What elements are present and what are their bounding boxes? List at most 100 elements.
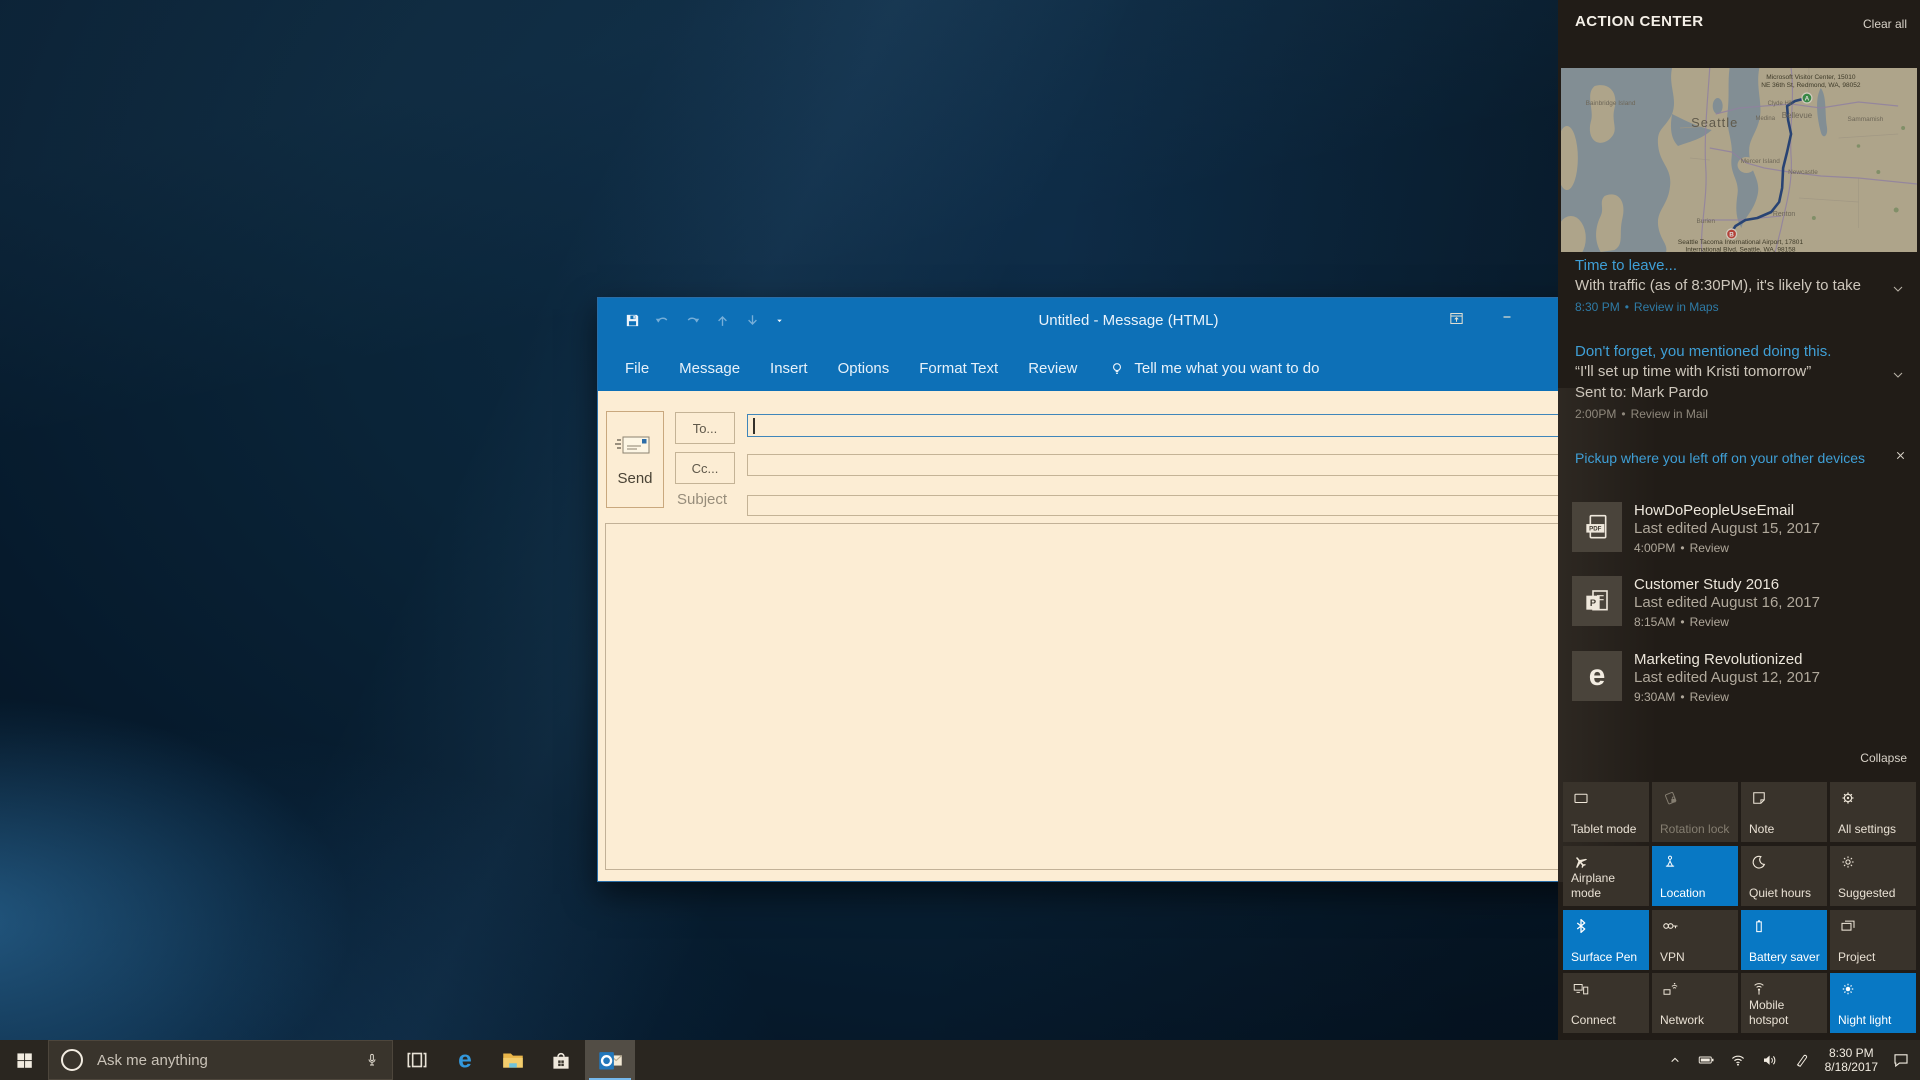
quick-action-note[interactable]: Note bbox=[1741, 782, 1827, 842]
quick-action-rotation-lock[interactable]: Rotation lock bbox=[1652, 782, 1738, 842]
bluetooth-icon bbox=[1572, 917, 1590, 935]
quick-action-network[interactable]: Network bbox=[1652, 973, 1738, 1033]
quick-action-label: Location bbox=[1660, 886, 1735, 901]
connect-icon bbox=[1572, 980, 1590, 998]
document-item[interactable]: eMarketing RevolutionizedLast edited Aug… bbox=[1572, 651, 1912, 707]
network-icon bbox=[1661, 980, 1679, 998]
quick-action-project[interactable]: Project bbox=[1830, 910, 1916, 970]
quick-action-label: Battery saver bbox=[1749, 950, 1824, 965]
edge-app[interactable]: e bbox=[441, 1040, 489, 1080]
notification-meta: 8:30 PM•Review in Maps bbox=[1575, 298, 1910, 316]
wifi-icon[interactable] bbox=[1729, 1051, 1747, 1069]
tab-format-text[interactable]: Format Text bbox=[904, 346, 1013, 391]
document-subtitle: Last edited August 16, 2017 bbox=[1634, 594, 1820, 612]
send-envelope-icon bbox=[615, 432, 655, 458]
document-icon-tile: e bbox=[1572, 651, 1622, 701]
quick-action-vpn[interactable]: VPN bbox=[1652, 910, 1738, 970]
message-body[interactable] bbox=[605, 523, 1652, 870]
tab-review[interactable]: Review bbox=[1013, 346, 1092, 391]
quick-action-surface-pen[interactable]: Surface Pen bbox=[1563, 910, 1649, 970]
hotspot-icon bbox=[1750, 980, 1768, 998]
moon-icon bbox=[1750, 853, 1768, 871]
night-light-icon bbox=[1839, 980, 1857, 998]
tab-insert[interactable]: Insert bbox=[755, 346, 823, 391]
notification-action-link[interactable]: Review in Mail bbox=[1631, 407, 1708, 421]
subject-input[interactable] bbox=[747, 495, 1635, 516]
minimize-button[interactable] bbox=[1500, 310, 1514, 324]
quick-action-label: Suggested bbox=[1838, 886, 1913, 901]
tell-me-box[interactable]: Tell me what you want to do bbox=[1108, 360, 1319, 378]
chevron-down-icon[interactable] bbox=[1890, 367, 1906, 383]
quick-action-all-settings[interactable]: All settings bbox=[1830, 782, 1916, 842]
lightbulb-icon bbox=[1108, 360, 1126, 378]
quick-action-airplane-mode[interactable]: Airplane mode bbox=[1563, 846, 1649, 906]
notification-body: With traffic (as of 8:30PM), it's likely… bbox=[1575, 275, 1887, 296]
quick-action-label: Airplane mode bbox=[1571, 871, 1646, 901]
document-action-link[interactable]: Review bbox=[1690, 541, 1729, 555]
dot-separator: • bbox=[1620, 300, 1634, 314]
quick-action-quiet-hours[interactable]: Quiet hours bbox=[1741, 846, 1827, 906]
svg-text:PDF: PDF bbox=[1589, 526, 1602, 533]
task-view-icon bbox=[404, 1047, 430, 1073]
document-subtitle: Last edited August 12, 2017 bbox=[1634, 669, 1820, 687]
battery-icon[interactable] bbox=[1697, 1051, 1715, 1069]
document-item[interactable]: PDF HowDoPeopleUseEmailLast edited August… bbox=[1572, 502, 1912, 558]
document-action-link[interactable]: Review bbox=[1690, 615, 1729, 629]
notification-action-link[interactable]: Review in Maps bbox=[1634, 300, 1719, 314]
taskbar-clock[interactable]: 8:30 PM 8/18/2017 bbox=[1825, 1046, 1878, 1074]
task-view-button[interactable] bbox=[393, 1040, 441, 1080]
document-text: Customer Study 2016Last edited August 16… bbox=[1634, 576, 1820, 631]
maps-notification-image[interactable]: SeattleBellevueClyde HillMedinaMercer Is… bbox=[1561, 68, 1917, 252]
tab-options[interactable]: Options bbox=[823, 346, 905, 391]
clear-all-button[interactable]: Clear all bbox=[1863, 17, 1907, 31]
pen-icon[interactable] bbox=[1793, 1051, 1811, 1069]
edge-icon: e bbox=[451, 1046, 479, 1074]
tab-message[interactable]: Message bbox=[664, 346, 755, 391]
quick-action-battery-saver[interactable]: Battery saver bbox=[1741, 910, 1827, 970]
action-center-icon[interactable] bbox=[1892, 1051, 1910, 1069]
file-explorer-app[interactable] bbox=[489, 1040, 537, 1080]
quick-action-night-light[interactable]: Night light bbox=[1830, 973, 1916, 1033]
store-icon bbox=[548, 1047, 574, 1073]
notification-meta: 2:00PM•Review in Mail bbox=[1575, 405, 1910, 423]
settings-gear-icon bbox=[1839, 789, 1857, 807]
store-app[interactable] bbox=[537, 1040, 585, 1080]
notification[interactable]: Don't forget, you mentioned doing this.“… bbox=[1575, 342, 1910, 423]
dot-separator: • bbox=[1675, 541, 1689, 555]
quick-action-location[interactable]: Location bbox=[1652, 846, 1738, 906]
quick-action-label: Connect bbox=[1571, 1013, 1646, 1028]
quick-action-mobile-hotspot[interactable]: Mobile hotspot bbox=[1741, 973, 1827, 1033]
quick-action-tablet-mode[interactable]: Tablet mode bbox=[1563, 782, 1649, 842]
pickup-section-header: Pickup where you left off on your other … bbox=[1575, 449, 1910, 467]
send-button[interactable]: Send bbox=[606, 411, 664, 508]
quick-action-connect[interactable]: Connect bbox=[1563, 973, 1649, 1033]
search-input[interactable]: Ask me anything bbox=[48, 1040, 393, 1080]
notification-detail: Sent to: Mark Pardo bbox=[1575, 382, 1887, 403]
start-button[interactable] bbox=[0, 1040, 48, 1080]
collapse-button[interactable]: Collapse bbox=[1860, 751, 1907, 765]
document-action-link[interactable]: Review bbox=[1690, 690, 1729, 704]
document-item[interactable]: PCustomer Study 2016Last edited August 1… bbox=[1572, 576, 1912, 632]
text-cursor bbox=[753, 418, 755, 434]
outlook-app[interactable] bbox=[585, 1040, 635, 1080]
location-icon bbox=[1661, 853, 1679, 871]
cc-button[interactable]: Cc... bbox=[675, 452, 735, 484]
to-input[interactable] bbox=[747, 414, 1635, 437]
tab-file[interactable]: File bbox=[610, 346, 664, 391]
volume-icon[interactable] bbox=[1761, 1051, 1779, 1069]
chevron-up-icon[interactable] bbox=[1667, 1052, 1683, 1068]
windows-logo-icon bbox=[16, 1052, 33, 1069]
popout-button[interactable] bbox=[1448, 310, 1465, 327]
quick-action-suggested[interactable]: Suggested bbox=[1830, 846, 1916, 906]
chevron-down-icon[interactable] bbox=[1890, 281, 1906, 297]
cc-input[interactable] bbox=[747, 454, 1635, 476]
document-text: HowDoPeopleUseEmailLast edited August 15… bbox=[1634, 502, 1820, 557]
close-icon[interactable] bbox=[1894, 449, 1907, 462]
settings-gear-icon bbox=[1839, 789, 1857, 807]
hotspot-icon bbox=[1750, 980, 1768, 998]
notification[interactable]: Time to leave...With traffic (as of 8:30… bbox=[1575, 256, 1910, 316]
microphone-icon[interactable] bbox=[364, 1051, 380, 1069]
airplane-icon bbox=[1572, 853, 1590, 871]
document-icon-tile: PDF bbox=[1572, 502, 1622, 552]
to-button[interactable]: To... bbox=[675, 412, 735, 444]
